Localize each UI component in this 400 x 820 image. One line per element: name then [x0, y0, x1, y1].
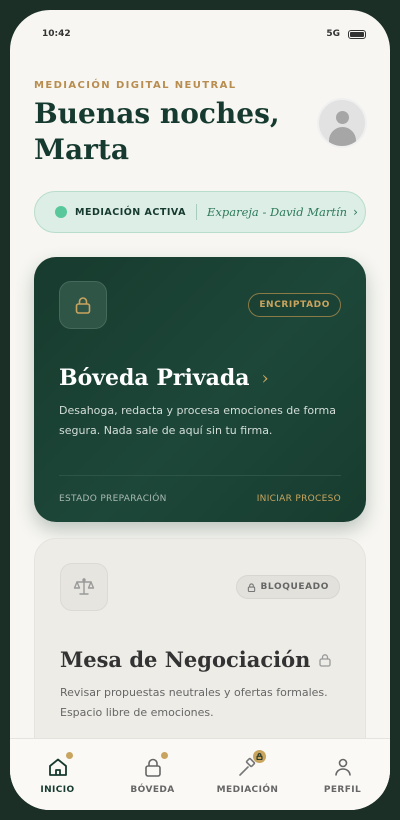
mediation-status: MEDIACIÓN ACTIVA [75, 206, 186, 218]
divider [195, 204, 197, 220]
vault-description: Desahoga, redacta y procesa emociones de… [59, 404, 336, 437]
battery-icon [348, 29, 366, 39]
lock-icon [75, 297, 91, 314]
chevron-right-icon: › [261, 367, 269, 389]
vault-title: Bóveda Privada [59, 365, 250, 391]
negotiation-title-row: Mesa de Negociación [60, 647, 332, 672]
nav-item-mediacion[interactable]: MEDIACIÓN [208, 750, 288, 795]
nav-label: MEDIACIÓN [216, 785, 279, 795]
negotiation-icon-box [60, 563, 108, 611]
bottom-nav: INICIO BÓVEDA MEDIACIÓN PERFIL [10, 738, 390, 810]
locked-badge-label: BLOQUEADO [260, 582, 329, 592]
nav-item-boveda[interactable]: BÓVEDA [113, 752, 193, 795]
vault-icon-box [59, 281, 107, 329]
preparation-status-label: ESTADO PREPARACIÓN [59, 494, 167, 504]
status-bar: 10:42 5G [10, 10, 390, 58]
encrypted-badge: ENCRIPTADO [248, 293, 341, 317]
nav-label: INICIO [40, 785, 75, 795]
nav-label: PERFIL [323, 785, 362, 795]
chevron-right-icon: › [353, 205, 358, 219]
user-silhouette-body [329, 127, 356, 146]
status-indicators: 5G [326, 29, 366, 39]
mediation-partner: Expareja - David Martín [206, 205, 348, 219]
notification-dot [160, 752, 168, 759]
avatar[interactable] [317, 98, 367, 148]
status-time: 10:42 [42, 29, 71, 39]
nav-item-inicio[interactable]: INICIO [18, 752, 98, 795]
phone-screen: 10:42 5G MEDIACIÓN DIGITAL NEUTRAL Buena… [10, 10, 390, 810]
nav-label: BÓVEDA [130, 785, 175, 795]
nav-item-perfil[interactable]: PERFIL [303, 755, 383, 795]
user-silhouette-icon [336, 111, 349, 124]
notification-dot [65, 752, 73, 759]
home-icon [46, 752, 73, 779]
negotiation-description: Revisar propuestas neutrales y ofertas f… [60, 686, 328, 719]
gavel-icon [236, 750, 266, 779]
network-label: 5G [326, 29, 340, 39]
negotiation-title: Mesa de Negociación [60, 647, 311, 672]
active-status-dot [55, 206, 67, 218]
app-eyebrow: MEDIACIÓN DIGITAL NEUTRAL [34, 80, 237, 91]
active-mediation-banner[interactable]: MEDIACIÓN ACTIVA Expareja - David Martín… [34, 191, 366, 233]
vault-title-row: Bóveda Privada › [59, 365, 269, 391]
scales-icon [73, 578, 95, 595]
greeting-title: Buenas noches, Marta [34, 97, 280, 166]
start-process-link[interactable]: INICIAR PROCESO [257, 494, 341, 504]
locked-badge: BLOQUEADO [236, 575, 340, 599]
person-icon [331, 755, 355, 779]
vault-card[interactable]: ENCRIPTADO Bóveda Privada › Desahoga, re… [34, 257, 366, 522]
card-divider [59, 475, 341, 476]
lock-icon [319, 653, 332, 667]
lock-icon [248, 582, 256, 592]
lock-icon [141, 752, 168, 779]
lock-icon [252, 750, 266, 763]
